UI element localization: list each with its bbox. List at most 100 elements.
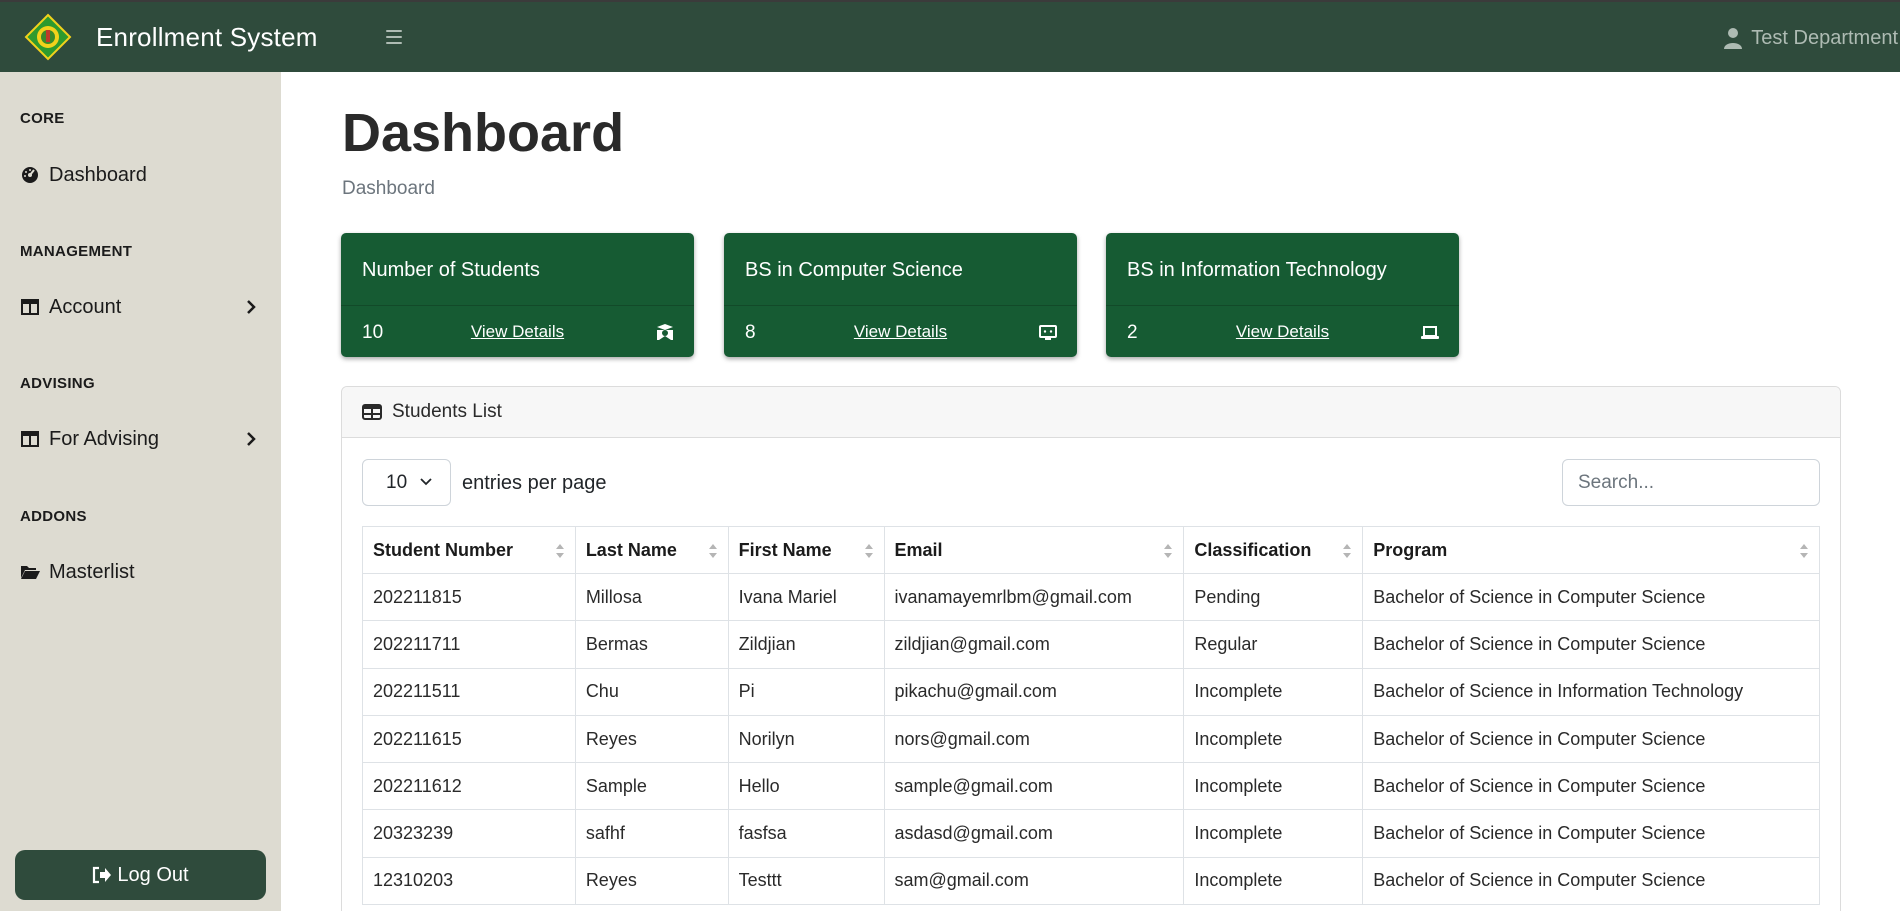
computer-screen-icon bbox=[1039, 325, 1057, 340]
cell-student-number: 202211815 bbox=[362, 572, 576, 622]
cell-first-name: Hello bbox=[727, 762, 885, 811]
panel-title: Students List bbox=[392, 401, 502, 422]
sort-icon bbox=[864, 544, 873, 558]
cell-student-number: 202211711 bbox=[362, 620, 576, 669]
top-navbar: Enrollment System Test Department bbox=[0, 0, 1900, 72]
cell-program: Bachelor of Science in Computer Science bbox=[1362, 762, 1820, 811]
students-table: Student Number Last Name First Name Emai… bbox=[362, 526, 1820, 906]
card-footer: 10 View Details bbox=[341, 305, 694, 357]
table-row[interactable]: 202211815 Millosa Ivana Mariel ivanamaye… bbox=[362, 572, 1820, 622]
card-footer: 8 View Details bbox=[724, 305, 1077, 357]
cell-program: Bachelor of Science in Computer Science bbox=[1362, 714, 1820, 764]
view-details-link[interactable]: View Details bbox=[724, 322, 1077, 342]
cell-first-name: Norilyn bbox=[727, 714, 885, 764]
sort-icon bbox=[1164, 544, 1173, 558]
stat-card-information-technology: BS in Information Technology 2 View Deta… bbox=[1106, 233, 1459, 357]
card-title: BS in Computer Science bbox=[745, 259, 963, 281]
column-header-program[interactable]: Program bbox=[1362, 526, 1820, 574]
table-header-row: Student Number Last Name First Name Emai… bbox=[362, 526, 1820, 574]
sidebar-toggle-icon[interactable] bbox=[385, 30, 402, 44]
cell-first-name: Testtt bbox=[727, 856, 885, 906]
column-header-classification[interactable]: Classification bbox=[1183, 526, 1364, 574]
cell-student-number: 202211615 bbox=[362, 714, 576, 764]
columns-icon bbox=[20, 429, 40, 449]
logout-button[interactable]: Log Out bbox=[15, 850, 266, 900]
cell-email: asdasd@gmail.com bbox=[883, 809, 1185, 858]
cell-classification: Incomplete bbox=[1183, 762, 1364, 811]
dashboard-gauge-icon bbox=[20, 165, 40, 185]
folder-open-icon bbox=[20, 562, 40, 582]
table-row[interactable]: 202211711 Bermas Zildjian zildjian@gmail… bbox=[362, 620, 1820, 669]
cell-last-name: Sample bbox=[574, 762, 729, 811]
column-header-student-number[interactable]: Student Number bbox=[362, 526, 576, 574]
cell-student-number: 12310203 bbox=[362, 856, 576, 906]
sidebar-heading-addons: ADDONS bbox=[20, 508, 87, 525]
cell-first-name: Pi bbox=[727, 667, 885, 716]
table-icon bbox=[362, 404, 382, 420]
table-row[interactable]: 202211511 Chu Pi pikachu@gmail.com Incom… bbox=[362, 667, 1820, 716]
sidebar-item-dashboard[interactable]: Dashboard bbox=[20, 160, 265, 190]
table-row[interactable]: 202211615 Reyes Norilyn nors@gmail.com I… bbox=[362, 714, 1820, 764]
cell-student-number: 202211511 bbox=[362, 667, 576, 716]
table-row[interactable]: 202211612 Sample Hello sample@gmail.com … bbox=[362, 762, 1820, 811]
entries-per-page-select[interactable]: 10 bbox=[362, 459, 451, 506]
sign-out-icon bbox=[93, 866, 112, 884]
cell-student-number: 202211612 bbox=[362, 762, 576, 811]
table-row[interactable]: 20323239 safhf fasfsa asdasd@gmail.com I… bbox=[362, 809, 1820, 858]
graduate-user-icon bbox=[657, 324, 673, 340]
cell-last-name: Chu bbox=[574, 667, 729, 716]
cell-program: Bachelor of Science in Computer Science bbox=[1362, 620, 1820, 669]
logout-label: Log Out bbox=[117, 863, 189, 886]
sidebar-heading-advising: ADVISING bbox=[20, 375, 95, 392]
card-title: Number of Students bbox=[362, 259, 540, 281]
cell-program: Bachelor of Science in Computer Science bbox=[1362, 856, 1820, 906]
page-title: Dashboard bbox=[342, 103, 625, 163]
sort-icon bbox=[555, 544, 564, 558]
card-footer: 2 View Details bbox=[1106, 305, 1459, 357]
cell-program: Bachelor of Science in Information Techn… bbox=[1362, 667, 1820, 716]
cell-classification: Regular bbox=[1183, 620, 1364, 669]
cell-last-name: Reyes bbox=[574, 714, 729, 764]
sidebar-item-for-advising[interactable]: For Advising bbox=[20, 424, 265, 454]
sidebar-item-label: Dashboard bbox=[49, 163, 147, 186]
chevron-right-icon bbox=[247, 432, 256, 446]
sort-icon bbox=[1343, 544, 1352, 558]
breadcrumb: Dashboard bbox=[342, 178, 435, 199]
cell-first-name: fasfsa bbox=[727, 809, 885, 858]
column-header-email[interactable]: Email bbox=[883, 526, 1185, 574]
sidebar-item-account[interactable]: Account bbox=[20, 292, 265, 322]
cell-classification: Incomplete bbox=[1183, 667, 1364, 716]
view-details-link[interactable]: View Details bbox=[341, 322, 694, 342]
panel-header: Students List bbox=[342, 387, 1840, 438]
cell-classification: Pending bbox=[1183, 572, 1364, 622]
column-header-first-name[interactable]: First Name bbox=[727, 526, 885, 574]
app-title[interactable]: Enrollment System bbox=[96, 22, 318, 53]
cell-first-name: Ivana Mariel bbox=[727, 572, 885, 622]
cell-last-name: Bermas bbox=[574, 620, 729, 669]
entries-value: 10 bbox=[386, 471, 408, 493]
app-logo[interactable] bbox=[24, 13, 72, 61]
cell-email: nors@gmail.com bbox=[883, 714, 1185, 764]
sidebar-heading-core: CORE bbox=[20, 110, 65, 127]
search-input[interactable] bbox=[1562, 459, 1820, 506]
cell-email: sam@gmail.com bbox=[883, 856, 1185, 906]
view-details-link[interactable]: View Details bbox=[1106, 322, 1459, 342]
laptop-icon bbox=[1421, 326, 1439, 339]
students-list-panel: Students List 10 entries per page Studen… bbox=[341, 386, 1841, 911]
sidebar-item-masterlist[interactable]: Masterlist bbox=[20, 557, 265, 587]
stat-card-students: Number of Students 10 View Details bbox=[341, 233, 694, 357]
sidebar-heading-management: MANAGEMENT bbox=[20, 243, 133, 260]
user-name: Test Department bbox=[1751, 26, 1898, 49]
user-menu[interactable]: Test Department bbox=[1723, 2, 1900, 74]
cell-classification: Incomplete bbox=[1183, 856, 1364, 906]
table-row[interactable]: 12310203 Reyes Testtt sam@gmail.com Inco… bbox=[362, 856, 1820, 906]
cell-last-name: safhf bbox=[574, 809, 729, 858]
cell-classification: Incomplete bbox=[1183, 714, 1364, 764]
sort-icon bbox=[708, 544, 717, 558]
columns-icon bbox=[20, 297, 40, 317]
sidebar-item-label: For Advising bbox=[49, 427, 160, 450]
chevron-down-icon bbox=[420, 478, 432, 486]
card-title: BS in Information Technology bbox=[1127, 259, 1387, 281]
sidebar-item-label: Account bbox=[49, 295, 122, 318]
column-header-last-name[interactable]: Last Name bbox=[574, 526, 729, 574]
